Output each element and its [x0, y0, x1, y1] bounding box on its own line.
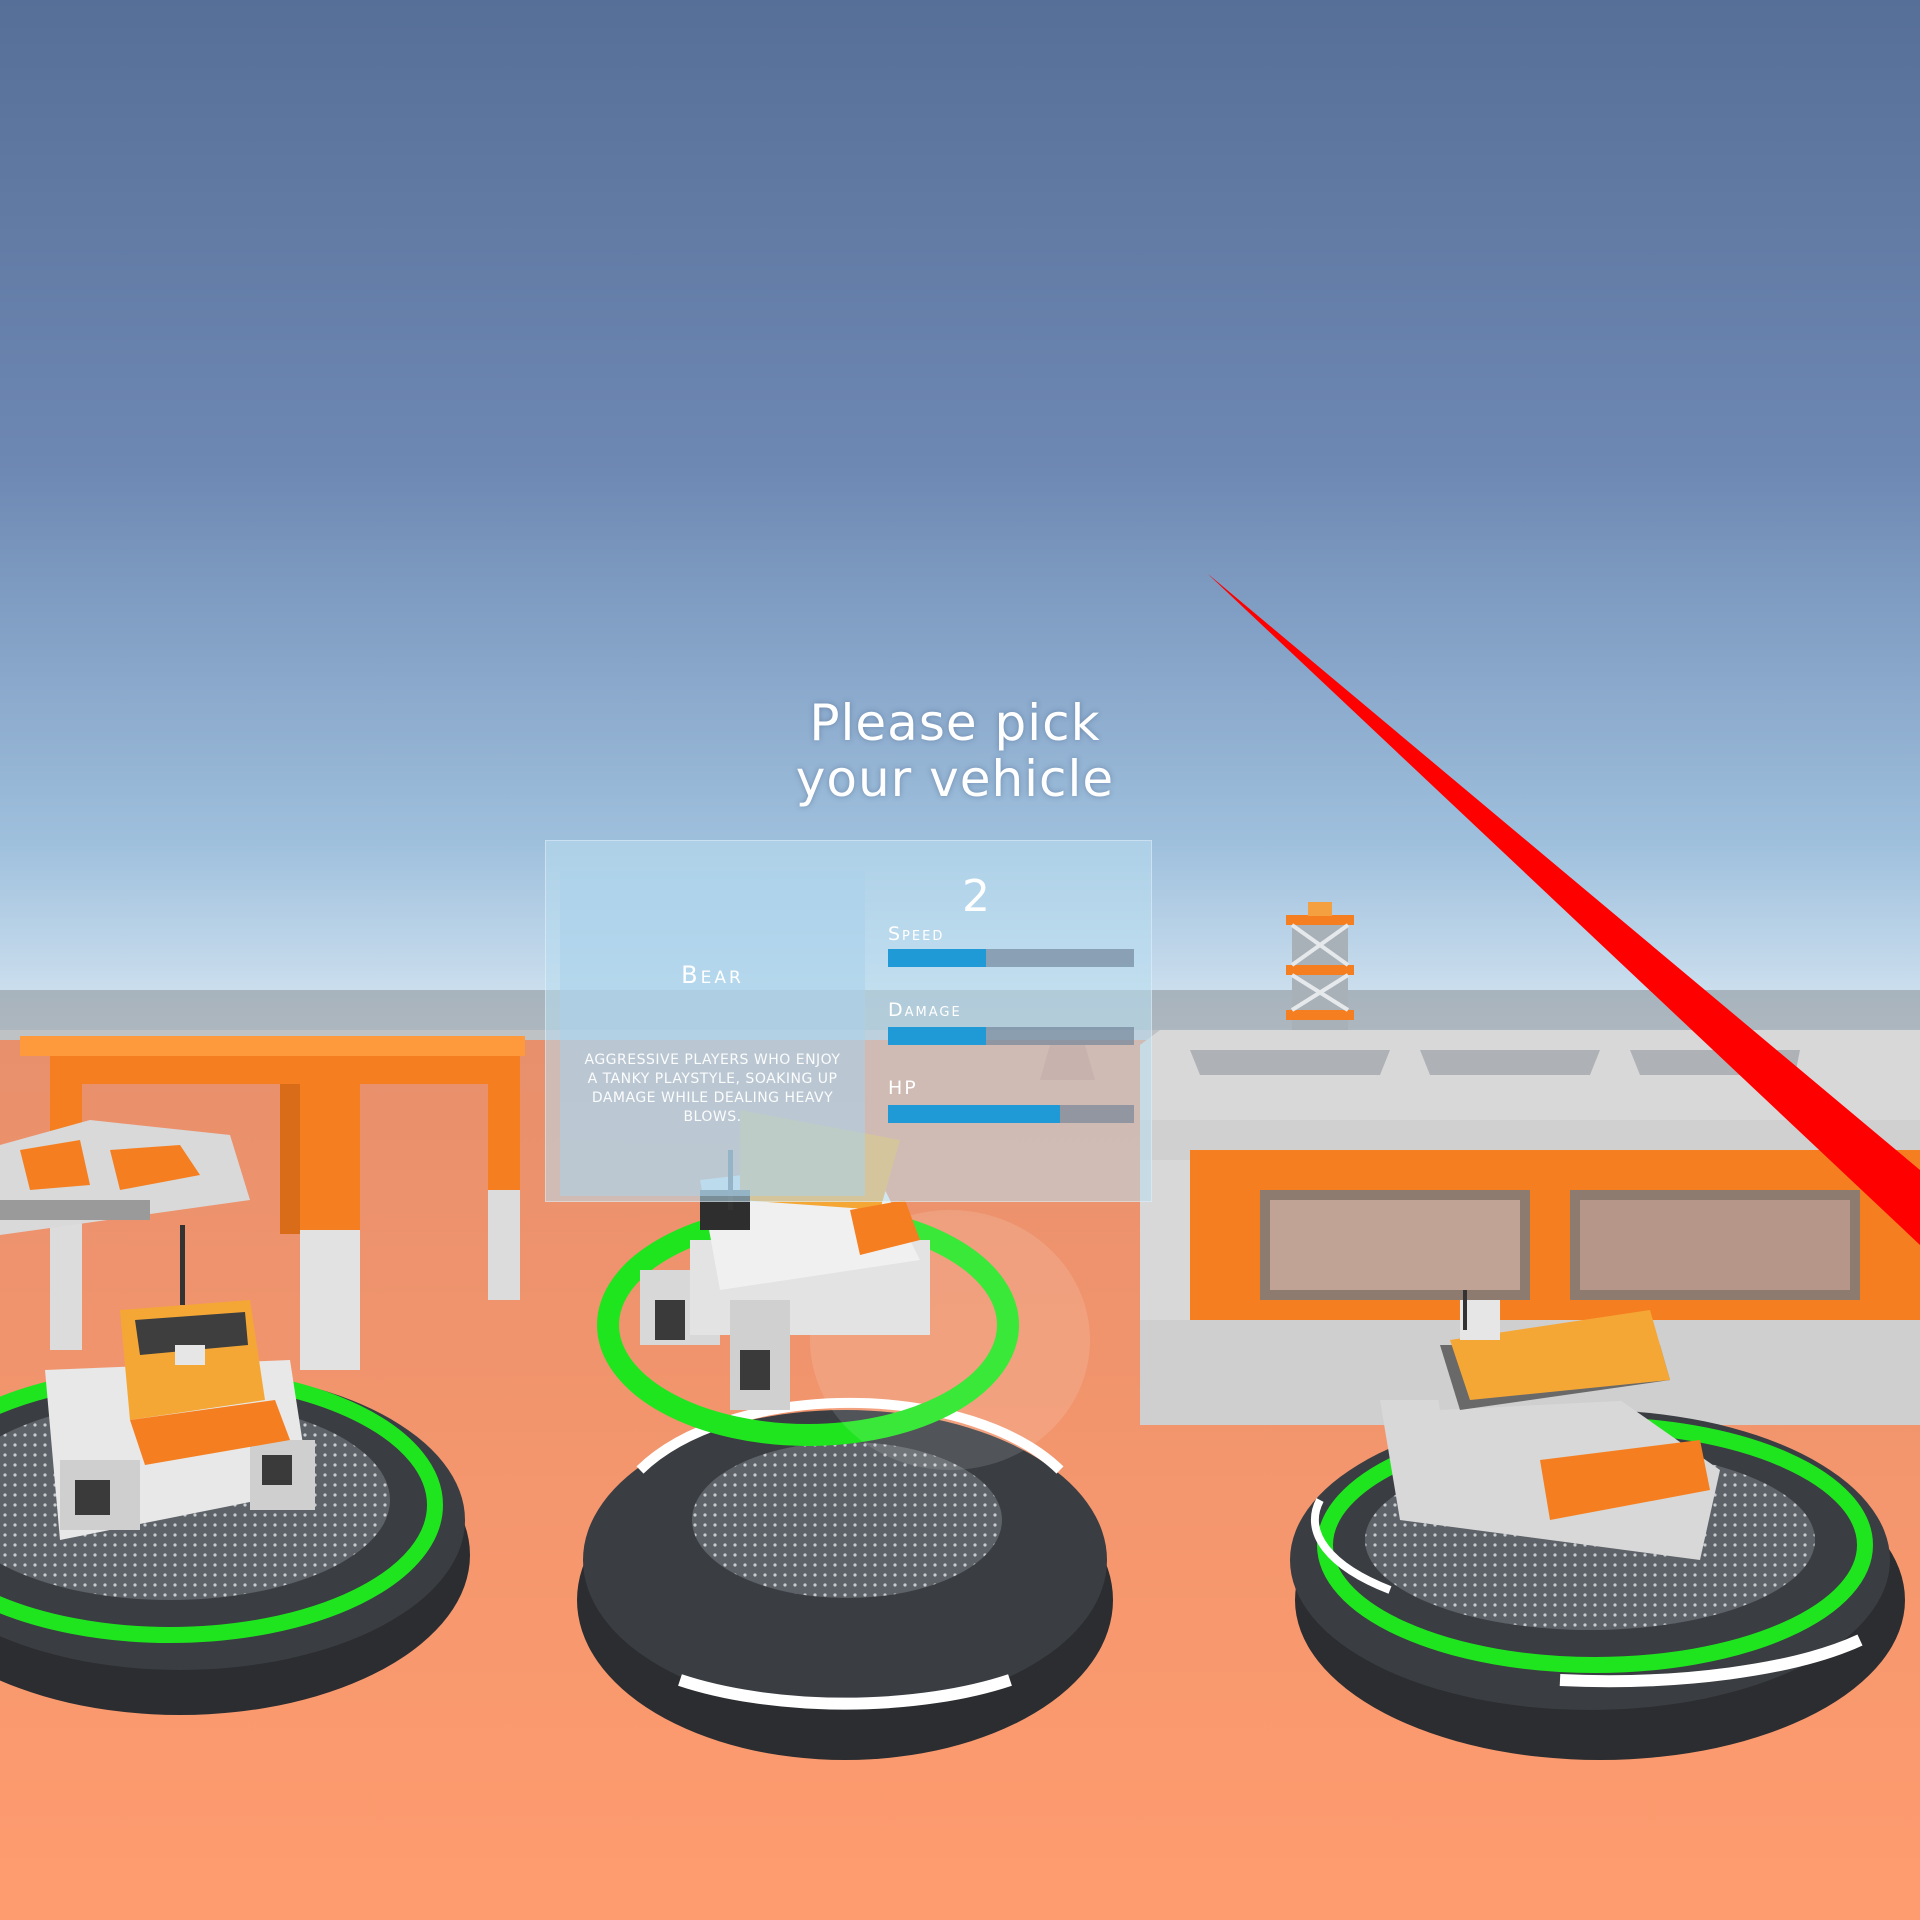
vehicle-number: 2: [962, 871, 990, 922]
stat-hp-label: HP: [888, 1077, 918, 1099]
stat-hp-bar: [888, 1105, 1134, 1123]
vehicle-info-card: Bear Aggressive players who enjoy a tank…: [560, 871, 865, 1196]
stat-damage-fill: [888, 1027, 987, 1045]
prompt-line-1: Please pick: [809, 694, 1101, 752]
stat-speed-fill: [888, 949, 987, 967]
vehicle-select-prompt: Please pick your vehicle: [700, 695, 1210, 807]
vehicle-name: Bear: [681, 961, 744, 989]
stat-hp-fill: [888, 1105, 1061, 1123]
center-vehicle-pad[interactable]: [577, 1397, 1113, 1760]
vehicle-description: Aggressive players who enjoy a tanky pla…: [584, 1052, 841, 1125]
stat-speed-bar: [888, 949, 1134, 967]
vehicle-info-panel: Bear Aggressive players who enjoy a tank…: [545, 840, 1152, 1202]
stat-damage-label: Damage: [888, 999, 962, 1021]
stat-damage-bar: [888, 1027, 1134, 1045]
prompt-line-2: your vehicle: [795, 750, 1115, 808]
stat-speed-label: Speed: [888, 923, 945, 945]
